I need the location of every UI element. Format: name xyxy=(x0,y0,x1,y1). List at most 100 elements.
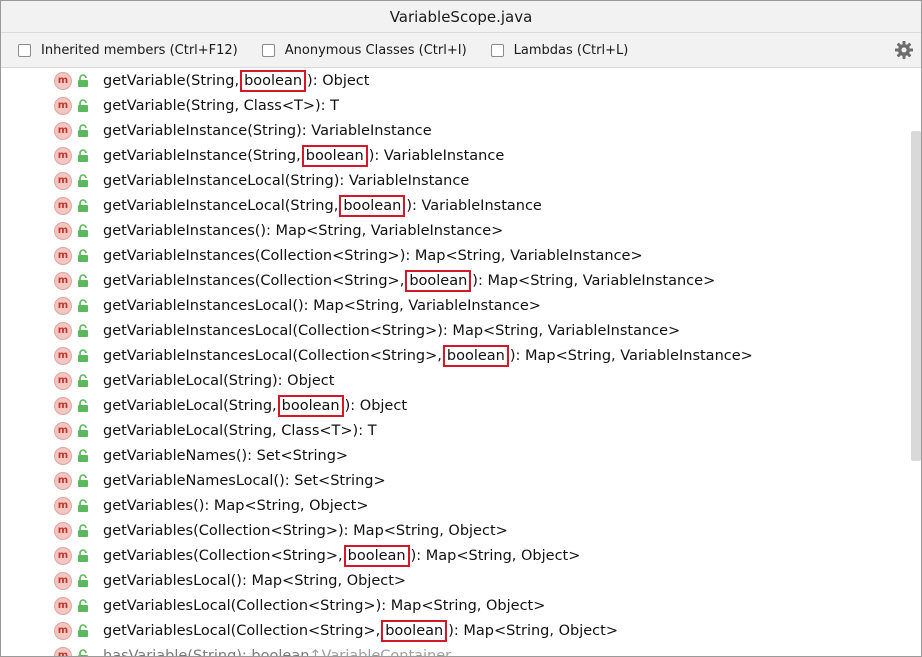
method-row[interactable]: m hasVariable(String): boolean ↑VariableCo… xyxy=(1,643,921,656)
public-lock-icon xyxy=(78,598,88,612)
method-row[interactable]: m getVariable(String, Class<T>): T xyxy=(1,93,921,118)
public-lock-icon xyxy=(78,498,88,512)
method-icon: m xyxy=(54,246,72,265)
method-icon: m xyxy=(54,296,72,315)
method-icon: m xyxy=(54,446,72,465)
method-signature: getVariables(Collection<String>): Map<St… xyxy=(103,523,508,539)
lambdas-label: Lambdas (Ctrl+L) xyxy=(513,42,629,58)
method-row[interactable]: m getVariables(Collection<String>): Map<S… xyxy=(1,518,921,543)
signature-text: getVariablesLocal(Collection<String>): M… xyxy=(103,597,546,614)
method-row[interactable]: m getVariablesLocal(Collection<String>): … xyxy=(1,593,921,618)
method-signature: getVariableInstanceLocal(String): Variab… xyxy=(103,173,469,189)
vertical-scrollbar[interactable] xyxy=(911,131,921,461)
method-row[interactable]: m getVariableInstancesLocal(Collection<St… xyxy=(1,343,921,368)
public-lock-icon xyxy=(78,348,88,362)
method-row[interactable]: m getVariableInstancesLocal(): Map<String… xyxy=(1,293,921,318)
method-icon: m xyxy=(54,146,72,165)
public-lock-icon xyxy=(78,173,88,187)
method-icon: m xyxy=(54,121,72,140)
signature-text: getVariableNames(): Set<String> xyxy=(103,447,349,464)
method-icon: m xyxy=(54,621,72,640)
public-lock-icon xyxy=(78,398,88,412)
signature-return: ): Map<String, Object> xyxy=(410,547,581,564)
method-row[interactable]: m getVariables(Collection<String>, boolean… xyxy=(1,543,921,568)
method-row[interactable]: m getVariableLocal(String, Class<T>): T xyxy=(1,418,921,443)
method-signature: getVariableInstance(String, boolean): Var… xyxy=(103,144,505,167)
public-lock-icon xyxy=(78,298,88,312)
method-signature: getVariableInstances(Collection<String>,… xyxy=(103,269,715,292)
inherited-members-label: Inherited members (Ctrl+F12) xyxy=(41,42,238,58)
signature-text: getVariableInstanceLocal(String, xyxy=(103,197,339,214)
method-row[interactable]: m getVariableInstancesLocal(Collection<St… xyxy=(1,318,921,343)
signature-text: getVariablesLocal(): Map<String, Object> xyxy=(103,572,407,589)
method-row[interactable]: m getVariableInstance(String): VariableIn… xyxy=(1,118,921,143)
lambdas-option[interactable]: Lambdas (Ctrl+L) xyxy=(490,42,629,58)
method-row[interactable]: m getVariableInstances(Collection<String>… xyxy=(1,268,921,293)
method-row[interactable]: m getVariableLocal(String, boolean): Objec… xyxy=(1,393,921,418)
member-list[interactable]: m getVariable(String, boolean): Object m get… xyxy=(1,68,921,656)
method-row[interactable]: m getVariables(): Map<String, Object> xyxy=(1,493,921,518)
method-signature: getVariableLocal(String): Object xyxy=(103,373,334,389)
signature-text: getVariableInstance(String, xyxy=(103,147,301,164)
signature-return: ): VariableInstance xyxy=(368,147,505,164)
method-icon: m xyxy=(54,571,72,590)
public-lock-icon xyxy=(78,623,88,637)
signature-text: getVariableInstancesLocal(Collection<Str… xyxy=(103,322,681,339)
method-signature: getVariable(String, Class<T>): T xyxy=(103,98,339,114)
method-signature: getVariableInstances(Collection<String>)… xyxy=(103,248,643,264)
method-row[interactable]: m getVariableNames(): Set<String> xyxy=(1,443,921,468)
method-row[interactable]: m getVariablesLocal(): Map<String, Object… xyxy=(1,568,921,593)
public-lock-icon xyxy=(78,273,88,287)
signature-text: getVariableLocal(String, Class<T>): T xyxy=(103,422,377,439)
public-lock-icon xyxy=(78,548,88,562)
inherited-from-label: ↑VariableContainer xyxy=(309,647,452,657)
method-row[interactable]: m getVariable(String, boolean): Object xyxy=(1,68,921,93)
signature-text: getVariableNamesLocal(): Set<String> xyxy=(103,472,386,489)
method-signature: getVariableInstances(): Map<String, Vari… xyxy=(103,223,503,239)
method-row[interactable]: m getVariablesLocal(Collection<String>, bo… xyxy=(1,618,921,643)
method-signature: getVariableInstancesLocal(): Map<String,… xyxy=(103,298,541,314)
highlighted-boolean-param: boolean xyxy=(277,394,344,417)
public-lock-icon xyxy=(78,448,88,462)
method-signature: getVariableLocal(String, Class<T>): T xyxy=(103,423,377,439)
inherited-members-checkbox[interactable] xyxy=(18,43,31,57)
method-row[interactable]: m getVariableInstanceLocal(String): Varia… xyxy=(1,168,921,193)
gear-icon[interactable] xyxy=(894,40,914,60)
method-row[interactable]: m getVariableInstances(): Map<String, Var… xyxy=(1,218,921,243)
inherited-members-option[interactable]: Inherited members (Ctrl+F12) xyxy=(18,43,238,58)
anonymous-classes-checkbox[interactable] xyxy=(261,43,275,57)
method-icon: m xyxy=(54,321,72,340)
method-icon: m xyxy=(54,346,72,365)
public-lock-icon xyxy=(78,473,88,487)
method-signature: getVariablesLocal(): Map<String, Object> xyxy=(103,573,406,589)
public-lock-icon xyxy=(78,248,88,262)
public-lock-icon xyxy=(78,98,88,112)
anonymous-classes-option[interactable]: Anonymous Classes (Ctrl+I) xyxy=(261,43,467,58)
popup-title: VariableScope.java xyxy=(389,7,533,26)
method-icon: m xyxy=(54,496,72,515)
method-icon: m xyxy=(54,371,72,390)
signature-text: getVariableInstance(String): VariableIns… xyxy=(103,122,432,139)
method-row[interactable]: m getVariableInstance(String, boolean): Va… xyxy=(1,143,921,168)
public-lock-icon xyxy=(78,223,88,237)
highlighted-boolean-param: boolean xyxy=(405,269,472,292)
public-lock-icon xyxy=(78,373,88,387)
signature-text: getVariables(): Map<String, Object> xyxy=(103,497,369,514)
method-row[interactable]: m getVariableNamesLocal(): Set<String> xyxy=(1,468,921,493)
signature-text: getVariableLocal(String, xyxy=(103,397,277,414)
signature-text: getVariable(String, xyxy=(103,72,240,89)
method-row[interactable]: m getVariableInstances(Collection<String>… xyxy=(1,243,921,268)
lambdas-checkbox[interactable] xyxy=(490,43,504,57)
method-icon: m xyxy=(54,396,72,415)
method-signature: getVariableLocal(String, boolean): Object xyxy=(103,394,407,417)
method-row[interactable]: m getVariableInstanceLocal(String, boolean… xyxy=(1,193,921,218)
signature-text: getVariables(Collection<String>, xyxy=(103,547,343,564)
signature-text: getVariableInstanceLocal(String): Variab… xyxy=(103,172,470,189)
method-signature: getVariableNamesLocal(): Set<String> xyxy=(103,473,386,489)
method-icon: m xyxy=(54,96,72,115)
method-signature: getVariable(String, boolean): Object xyxy=(103,69,369,92)
public-lock-icon xyxy=(78,648,88,656)
method-row[interactable]: m getVariableLocal(String): Object xyxy=(1,368,921,393)
signature-return: ): Map<String, VariableInstance> xyxy=(509,347,753,364)
signature-text: getVariable(String, Class<T>): T xyxy=(103,97,339,114)
